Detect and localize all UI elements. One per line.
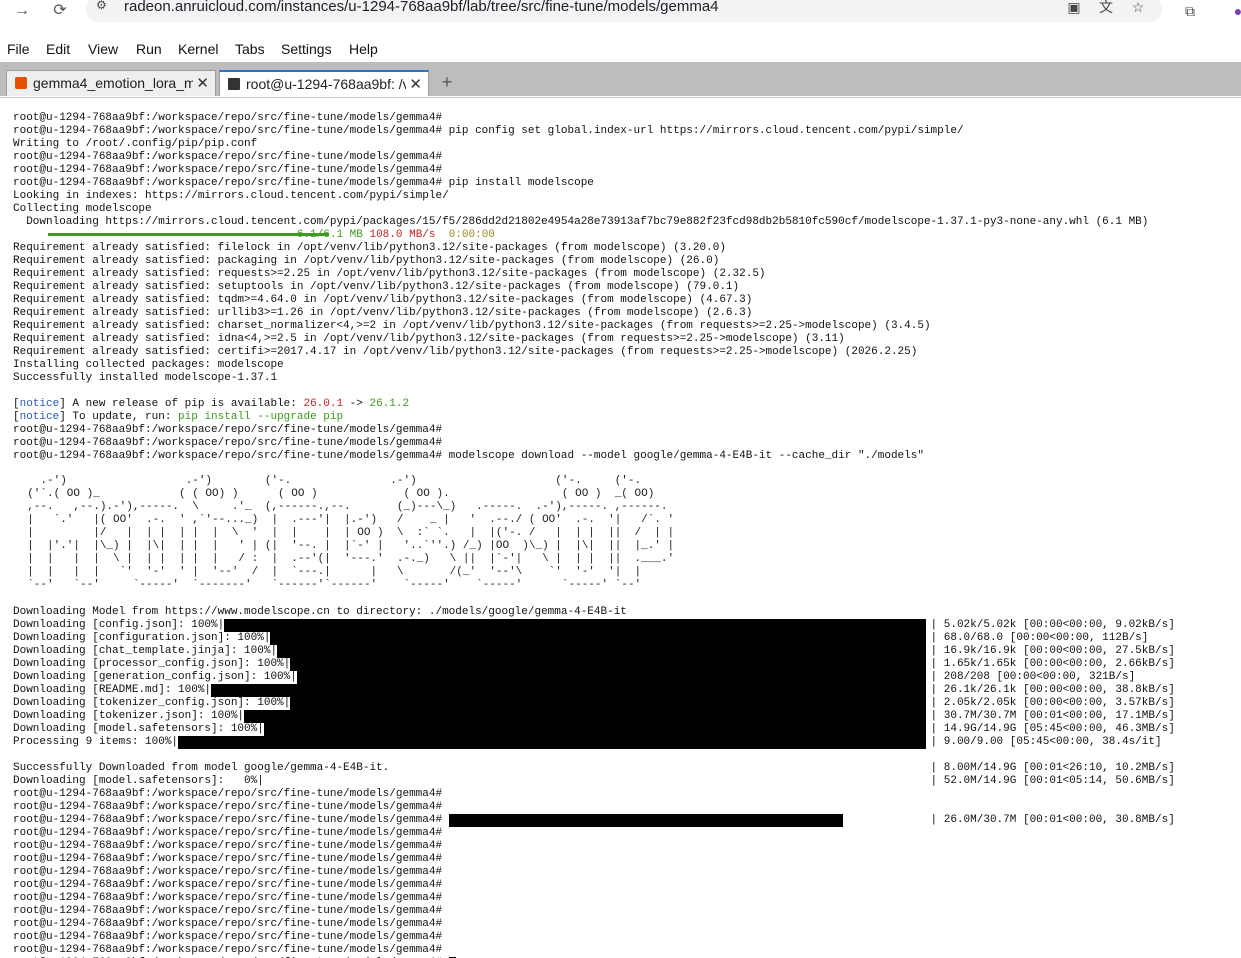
terminal-icon: [228, 78, 240, 90]
menu-kernel[interactable]: Kernel: [178, 41, 218, 57]
download-progress-bar: [263, 723, 927, 736]
tab-terminal-label: root@u-1294-768aa9bf: /v: [246, 76, 406, 92]
reload-icon[interactable]: ⟳: [46, 0, 74, 24]
site-info-icon[interactable]: ⚙: [96, 0, 112, 14]
download-progress-bar: [296, 671, 927, 684]
menu-bar: File Edit View Run Kernel Tabs Settings …: [0, 38, 1241, 62]
menu-help[interactable]: Help: [349, 41, 378, 57]
download-progress-bar: [290, 658, 927, 671]
tab-notebook[interactable]: gemma4_emotion_lora_m ✕: [6, 70, 216, 96]
download-progress-bar: [244, 710, 927, 723]
menu-settings[interactable]: Settings: [281, 41, 332, 57]
menu-file[interactable]: File: [7, 41, 30, 57]
menu-tabs[interactable]: Tabs: [235, 41, 265, 57]
download-progress-bar: [224, 619, 927, 632]
close-icon[interactable]: ✕: [409, 75, 422, 93]
profile-icon[interactable]: ●: [1228, 2, 1241, 20]
download-progress-bar: [270, 632, 927, 645]
stale-progress-bar: [448, 814, 843, 827]
extensions-icon[interactable]: ⧉: [1180, 2, 1200, 20]
url-text[interactable]: radeon.anruicloud.com/instances/u-1294-7…: [124, 0, 719, 15]
menu-edit[interactable]: Edit: [46, 41, 70, 57]
download-progress-bar: [277, 645, 927, 658]
translate-icon[interactable]: 文: [1096, 0, 1116, 16]
tab-notebook-label: gemma4_emotion_lora_m: [33, 75, 193, 91]
menu-view[interactable]: View: [88, 41, 118, 57]
terminal[interactable]: root@u-1294-768aa9bf:/workspace/repo/src…: [0, 97, 1241, 958]
download-progress-bar: [290, 697, 927, 710]
menu-run[interactable]: Run: [136, 41, 162, 57]
add-tab-icon[interactable]: +: [434, 70, 460, 94]
browser-toolbar: → ⟳ ⚙ radeon.anruicloud.com/instances/u-…: [0, 0, 1241, 24]
download-progress-bar: [211, 684, 927, 697]
tab-strip: gemma4_emotion_lora_m ✕ root@u-1294-768a…: [0, 62, 1241, 96]
tab-terminal[interactable]: root@u-1294-768aa9bf: /v ✕: [219, 70, 429, 96]
address-bar[interactable]: ⚙ radeon.anruicloud.com/instances/u-1294…: [86, 0, 1162, 22]
install-icon[interactable]: ▣: [1064, 0, 1084, 16]
bookmark-star-icon[interactable]: ☆: [1128, 0, 1148, 16]
download-progress-bar: [178, 736, 927, 749]
close-icon[interactable]: ✕: [196, 74, 209, 92]
modelscope-ascii-logo: .-') .-') ('-. .-') ('-. ('-. ('`.( OO )…: [27, 475, 675, 591]
notebook-icon: [15, 77, 27, 89]
forward-icon[interactable]: →: [8, 0, 36, 24]
